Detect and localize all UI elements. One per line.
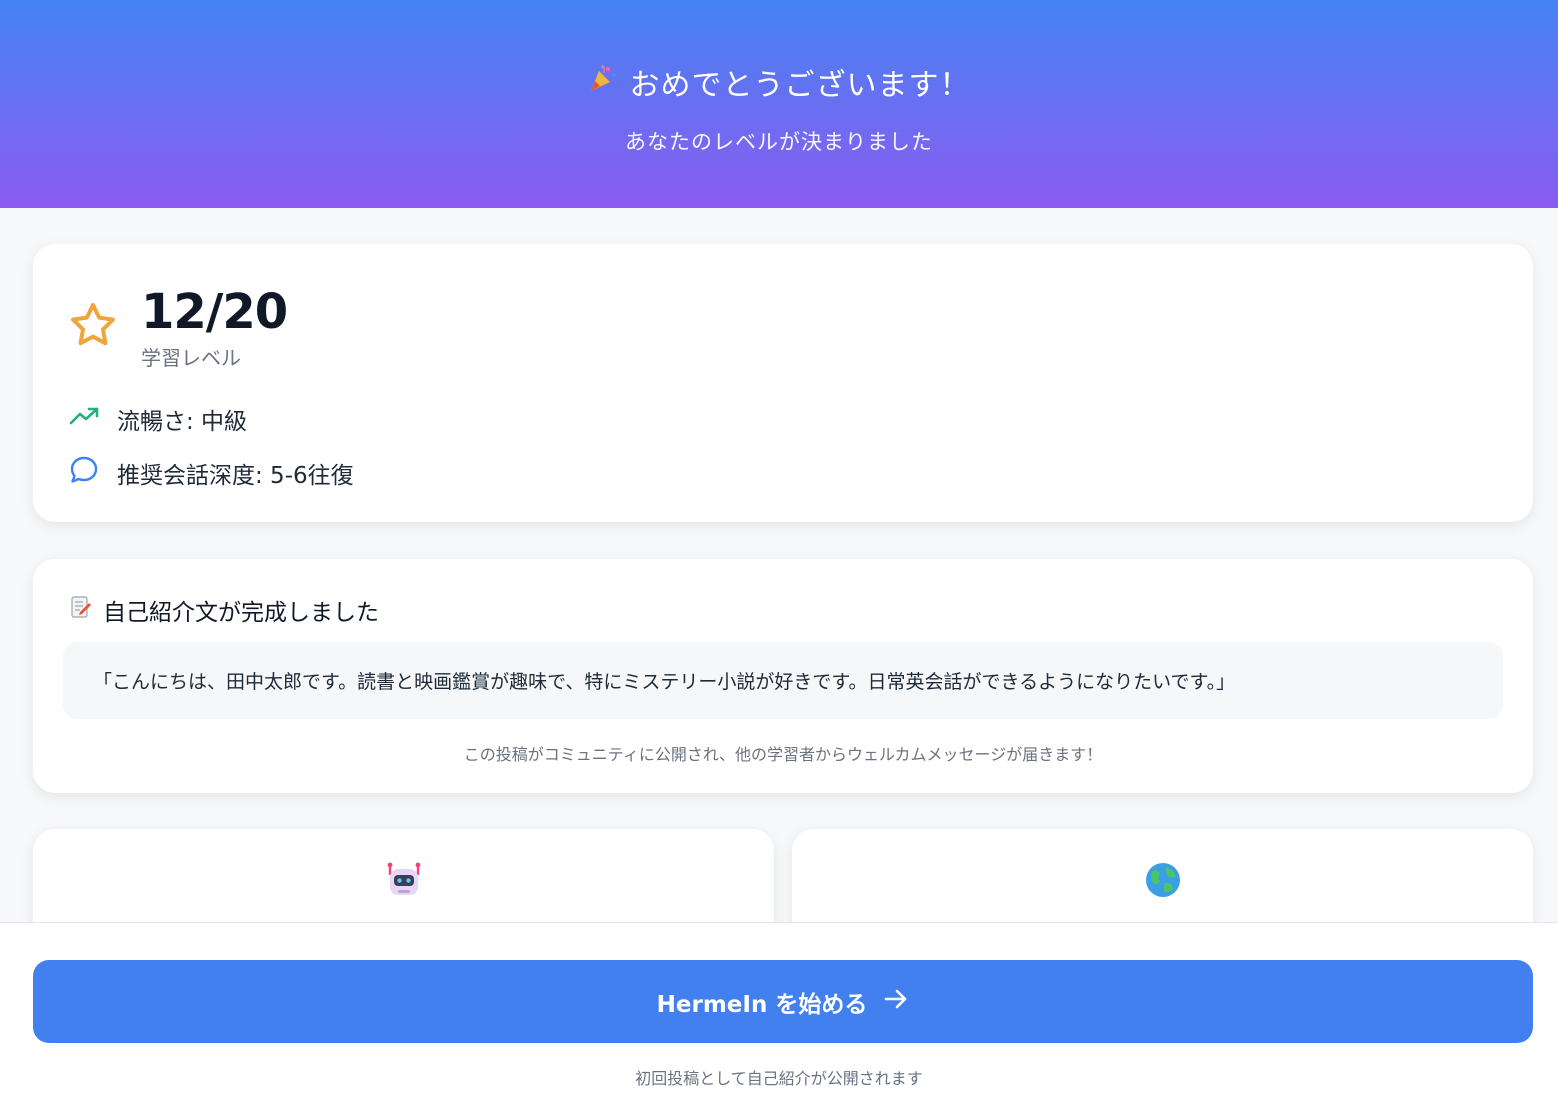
start-button-label: HermeIn を始める xyxy=(656,991,868,1018)
level-card: 12/20 学習レベル 流暢さ: 中級 推奨会話深度: 5-6往復 xyxy=(33,244,1533,522)
robot-icon xyxy=(384,861,424,905)
intro-text: 「こんにちは、田中太郎です。読書と映画鑑賞が趣味で、特にミステリー小説が好きです… xyxy=(93,671,1236,693)
level-score: 12/20 xyxy=(141,284,288,340)
intro-card: 自己紹介文が完成しました 「こんにちは、田中太郎です。読書と映画鑑賞が趣味で、特… xyxy=(33,559,1533,793)
level-score-label: 学習レベル xyxy=(141,346,241,370)
depth-text: 推奨会話深度: 5-6往復 xyxy=(117,463,354,489)
star-icon xyxy=(69,302,117,352)
party-popper-icon xyxy=(588,63,618,101)
header-subtitle: あなたのレベルが決まりました xyxy=(625,130,933,154)
depth-row: 推奨会話深度: 5-6往復 xyxy=(69,455,354,491)
chat-bubble-icon xyxy=(69,455,99,491)
intro-text-box: 「こんにちは、田中太郎です。読書と映画鑑賞が趣味で、特にミステリー小説が好きです… xyxy=(63,642,1503,719)
header-title-row: おめでとうございます！ xyxy=(588,60,971,104)
level-score-group: 12/20 学習レベル xyxy=(69,284,288,371)
memo-icon xyxy=(69,595,93,625)
footer-bar: HermeIn を始める 初回投稿として自己紹介が公開されます xyxy=(0,922,1558,1110)
intro-title-row: 自己紹介文が完成しました xyxy=(69,593,379,627)
fluency-text: 流暢さ: 中級 xyxy=(117,409,248,435)
trending-up-icon xyxy=(69,406,99,432)
fluency-row: 流暢さ: 中級 xyxy=(69,402,247,436)
footer-note: 初回投稿として自己紹介が公開されます xyxy=(635,1069,923,1088)
intro-title: 自己紹介文が完成しました xyxy=(103,600,379,626)
arrow-right-icon xyxy=(883,988,909,1016)
header-title: おめでとうございます！ xyxy=(629,68,971,103)
globe-icon xyxy=(1144,861,1182,903)
header-banner: おめでとうございます！ あなたのレベルが決まりました xyxy=(0,0,1558,208)
intro-note: この投稿がコミュニティに公開され、他の学習者からウェルカムメッセージが届きます！ xyxy=(463,745,1103,764)
start-button[interactable]: HermeIn を始める xyxy=(33,960,1533,1043)
score-block: 12/20 学習レベル xyxy=(141,284,288,371)
